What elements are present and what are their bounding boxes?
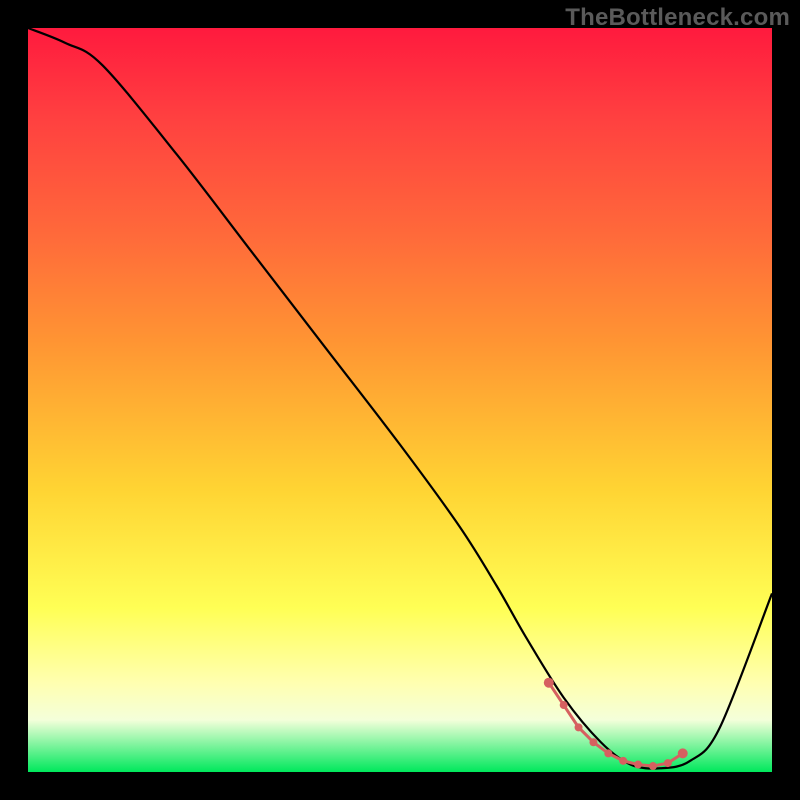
sweet-spot-dot <box>575 723 583 731</box>
sweet-spot-dot <box>634 761 642 769</box>
sweet-spot-dot <box>678 748 688 758</box>
sweet-spot-line <box>549 683 683 766</box>
sweet-spot-dot <box>589 738 597 746</box>
sweet-spot-dot <box>560 701 568 709</box>
watermark-text: TheBottleneck.com <box>565 4 790 32</box>
sweet-spot-dot <box>544 678 554 688</box>
sweet-spot-dot <box>619 757 627 765</box>
sweet-spot-dot <box>649 762 657 770</box>
plot-area <box>28 28 772 772</box>
chart-frame: TheBottleneck.com <box>0 0 800 800</box>
sweet-spot-markers <box>544 678 688 770</box>
bottleneck-curve <box>28 28 772 769</box>
curve-svg <box>28 28 772 772</box>
sweet-spot-dot <box>604 749 612 757</box>
sweet-spot-dot <box>664 759 672 767</box>
